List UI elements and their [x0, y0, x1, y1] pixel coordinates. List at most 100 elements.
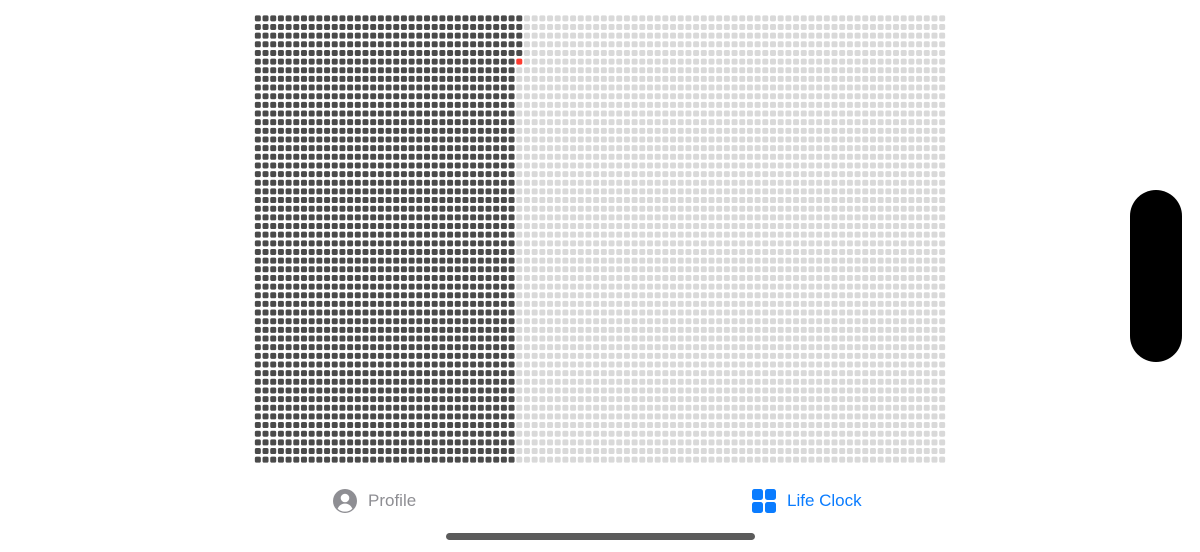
week-cell-remaining	[862, 309, 869, 316]
week-cell-remaining	[623, 67, 630, 74]
week-cell-remaining	[739, 231, 746, 238]
week-cell-remaining	[562, 430, 569, 437]
week-cell-remaining	[777, 326, 784, 333]
week-cell-remaining	[746, 326, 753, 333]
week-cell-remaining	[731, 15, 738, 22]
week-cell-remaining	[554, 101, 561, 108]
week-cell-remaining	[677, 413, 684, 420]
week-cell-lived	[331, 335, 338, 342]
week-cell-lived	[277, 67, 284, 74]
week-cell-remaining	[754, 404, 761, 411]
week-cell-remaining	[823, 153, 830, 160]
week-cell-lived	[500, 205, 507, 212]
week-cell-remaining	[562, 145, 569, 152]
week-cell-remaining	[731, 335, 738, 342]
week-cell-lived	[300, 179, 307, 186]
week-cell-lived	[370, 300, 377, 307]
week-cell-remaining	[670, 448, 677, 455]
week-cell-remaining	[893, 231, 900, 238]
week-cell-lived	[416, 188, 423, 195]
week-cell-lived	[324, 15, 331, 22]
week-cell-remaining	[869, 430, 876, 437]
week-cell-lived	[508, 318, 515, 325]
week-cell-remaining	[854, 41, 861, 48]
week-cell-remaining	[577, 257, 584, 264]
week-cell-lived	[300, 439, 307, 446]
week-cell-remaining	[777, 257, 784, 264]
week-cell-lived	[339, 387, 346, 394]
week-cell-lived	[293, 93, 300, 100]
week-cell-remaining	[570, 75, 577, 82]
week-cell-lived	[262, 23, 269, 30]
week-cell-remaining	[593, 214, 600, 221]
week-cell-lived	[362, 309, 369, 316]
week-cell-remaining	[654, 58, 661, 65]
week-cell-remaining	[570, 248, 577, 255]
week-cell-remaining	[693, 188, 700, 195]
tab-life-clock[interactable]: Life Clock	[751, 486, 862, 516]
week-cell-lived	[370, 326, 377, 333]
week-cell-lived	[400, 378, 407, 385]
week-cell-lived	[316, 205, 323, 212]
week-cell-lived	[293, 240, 300, 247]
week-cell-lived	[462, 396, 469, 403]
week-cell-remaining	[777, 101, 784, 108]
tab-profile[interactable]: Profile	[332, 486, 416, 516]
week-cell-lived	[439, 240, 446, 247]
week-cell-remaining	[716, 153, 723, 160]
week-cell-lived	[331, 93, 338, 100]
week-cell-remaining	[869, 145, 876, 152]
week-cell-remaining	[731, 240, 738, 247]
week-cell-remaining	[677, 274, 684, 281]
week-cell-remaining	[723, 188, 730, 195]
week-cell-remaining	[677, 231, 684, 238]
week-cell-remaining	[577, 240, 584, 247]
week-cell-remaining	[823, 448, 830, 455]
week-cell-remaining	[677, 300, 684, 307]
week-cell-lived	[324, 67, 331, 74]
week-cell-remaining	[600, 119, 607, 126]
home-indicator[interactable]	[446, 533, 755, 540]
week-cell-lived	[316, 439, 323, 446]
week-cell-remaining	[723, 179, 730, 186]
week-cell-remaining	[831, 396, 838, 403]
week-cell-remaining	[831, 344, 838, 351]
week-cell-remaining	[831, 430, 838, 437]
week-cell-remaining	[547, 101, 554, 108]
week-cell-remaining	[531, 188, 538, 195]
week-cell-remaining	[654, 171, 661, 178]
week-cell-lived	[485, 231, 492, 238]
week-cell-lived	[277, 240, 284, 247]
week-cell-lived	[370, 162, 377, 169]
week-cell-remaining	[762, 119, 769, 126]
week-cell-lived	[324, 171, 331, 178]
week-cell-lived	[308, 361, 315, 368]
week-cell-remaining	[623, 318, 630, 325]
week-cell-remaining	[869, 361, 876, 368]
week-cell-remaining	[793, 84, 800, 91]
week-cell-remaining	[777, 231, 784, 238]
week-cell-remaining	[793, 101, 800, 108]
week-cell-remaining	[623, 361, 630, 368]
week-cell-lived	[454, 318, 461, 325]
week-cell-lived	[285, 67, 292, 74]
week-cell-lived	[447, 422, 454, 429]
week-cell-remaining	[754, 32, 761, 39]
week-cell-lived	[270, 257, 277, 264]
week-cell-remaining	[593, 110, 600, 117]
week-cell-remaining	[531, 84, 538, 91]
week-cell-remaining	[900, 136, 907, 143]
week-cell-remaining	[593, 197, 600, 204]
week-cell-remaining	[762, 84, 769, 91]
week-cell-remaining	[939, 93, 946, 100]
week-cell-remaining	[739, 75, 746, 82]
week-cell-lived	[270, 110, 277, 117]
week-cell-remaining	[854, 231, 861, 238]
week-cell-remaining	[646, 456, 653, 463]
week-cell-remaining	[877, 387, 884, 394]
week-cell-remaining	[539, 75, 546, 82]
week-cell-remaining	[554, 352, 561, 359]
week-cell-remaining	[585, 145, 592, 152]
week-cell-lived	[400, 422, 407, 429]
week-cell-lived	[270, 266, 277, 273]
